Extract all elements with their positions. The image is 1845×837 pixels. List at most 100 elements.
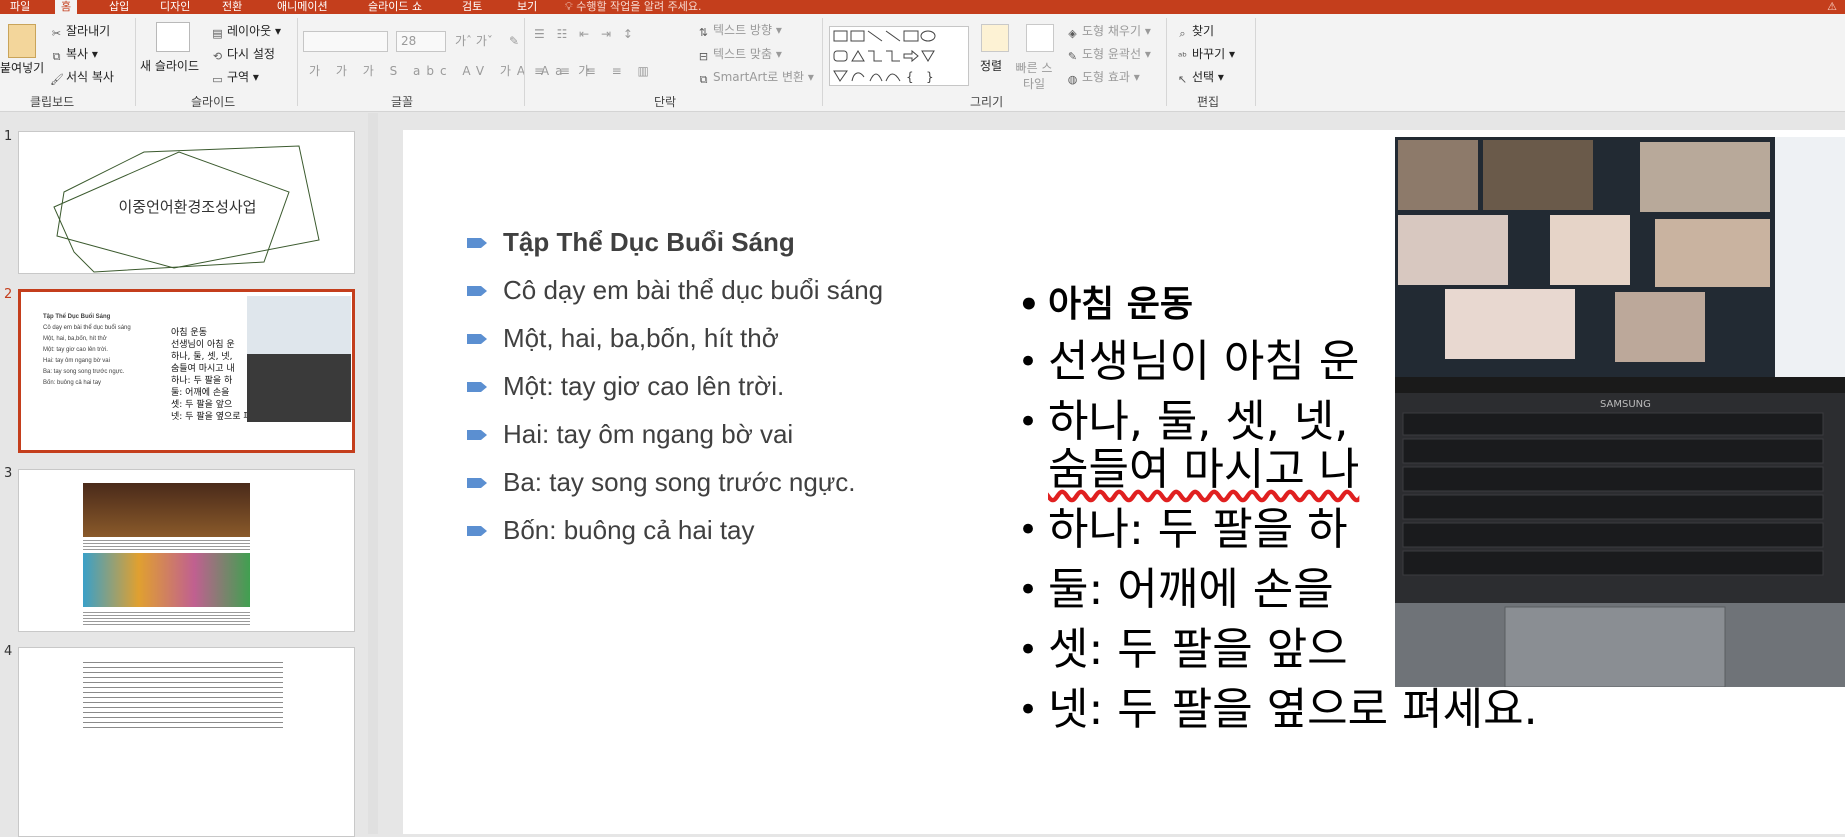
tab-transitions[interactable]: 전환 (216, 0, 248, 14)
shape-effects-button[interactable]: ◍ 도형 효과 ▾ (1066, 69, 1140, 86)
kor-bullet[interactable]: • 둘: 어깨에 손을 (1018, 564, 1334, 615)
viet-bullet[interactable]: Ba: tay song song trước ngực. (467, 467, 856, 498)
slide-thumbnail-1[interactable]: 이중언어환경조성사업 (18, 131, 355, 274)
replace-label: 바꾸기 (1192, 47, 1226, 61)
shape-fill-button[interactable]: ◈ 도형 채우기 ▾ (1066, 23, 1151, 40)
clear-format-icon[interactable]: ✎ (509, 33, 519, 49)
shape-outline-button[interactable]: ✎ 도형 윤곽선 ▾ (1066, 46, 1151, 63)
smartart-button[interactable]: ⧉ SmartArt로 변환 ▾ (697, 69, 814, 86)
arrange-icon (981, 24, 1009, 52)
kor-bullet[interactable]: • 하나, 둘, 셋, 넷, (1018, 397, 1348, 447)
pencil-icon: ✎ (1067, 50, 1078, 63)
align-text-button[interactable]: ⊟ 텍스트 맞춤 ▾ (697, 46, 782, 63)
kor-bullet[interactable]: • 하나: 두 팔을 하 (1018, 505, 1348, 555)
tab-insert[interactable]: 삽입 (103, 0, 135, 14)
slide-thumbnail-4[interactable] (18, 647, 355, 837)
new-slide-icon (156, 22, 190, 52)
cut-button[interactable]: ✂ 잘라내기 (50, 23, 110, 40)
viet-bullet[interactable]: Cô dạy em bài thể dục buổi sáng (467, 275, 883, 306)
copy-button[interactable]: ⧉ 복사 ▾ (50, 46, 98, 63)
quick-styles-button[interactable]: 빠른 스타일 (1013, 60, 1055, 92)
drawing-group-label: 그리기 (970, 95, 1004, 109)
layout-icon: ▤ (212, 27, 223, 40)
copy-icon: ⧉ (52, 50, 61, 63)
tab-file[interactable]: 파일 (4, 0, 36, 14)
shape-effects-label: 도형 효과 (1082, 70, 1130, 84)
kor-bullet-text: 숨들여 마시고 나 (1048, 444, 1360, 495)
font-name-box[interactable] (303, 31, 388, 52)
text-direction-label: 텍스트 방향 (713, 23, 773, 37)
viet-bullet[interactable]: Một: tay giơ cao lên trời. (467, 371, 785, 402)
viet-bullet-text: Một: tay giơ cao lên trời. (503, 371, 785, 401)
paste-button[interactable]: 붙여넣기 (0, 60, 44, 76)
reset-button[interactable]: ⟲ 다시 설정 (211, 46, 275, 63)
svg-text:{: { (906, 70, 914, 84)
warning-icon[interactable]: ⚠ (1827, 0, 1837, 14)
slide-thumbnail-pane: 1 이중언어환경조성사업 2 Tập Thể Dục Buổi Sáng Cô … (0, 113, 380, 837)
bullet-dot-icon: • (1018, 570, 1039, 610)
arrow-bullet-icon (467, 478, 487, 488)
kor-bullet-text: 넷: 두 팔을 옆으로 펴세요. (1048, 684, 1538, 735)
group-divider (1255, 18, 1256, 106)
bullet-dot-icon: • (1018, 690, 1039, 730)
thumb-text-lines (83, 538, 250, 552)
text-direction-button[interactable]: ⇅ 텍스트 방향 ▾ (697, 22, 782, 39)
tab-view[interactable]: 보기 (511, 0, 543, 14)
viet-bullet[interactable]: Bốn: buông cả hai tay (467, 515, 755, 546)
thumbnail-scrollbar[interactable] (368, 113, 378, 834)
ribbon: 붙여넣기 ✂ 잘라내기 ⧉ 복사 ▾ 🖌︎ 서식 복사 클립보드 새 슬라이드 ▤ 레이… (0, 14, 1845, 112)
replace-button[interactable]: ᵃᵇ 바꾸기 ▾ (1176, 46, 1235, 63)
find-button[interactable]: ⌕ 찾기 (1176, 23, 1214, 40)
smartart-label: SmartArt로 변환 (713, 70, 805, 84)
thumb-text-lines (83, 658, 283, 728)
tab-review[interactable]: 검토 (456, 0, 488, 14)
slide-thumbnail-3[interactable] (18, 469, 355, 632)
thumb-viet-line: Bốn: buông cả hai tay (43, 380, 102, 386)
kor-bullet-continuation[interactable]: 숨들여 마시고 나 (1048, 445, 1359, 495)
align-icons[interactable]: ≡ ≡ ≡ ≡ ▥ (534, 63, 655, 79)
reset-label: 다시 설정 (227, 47, 275, 61)
kor-bullet[interactable]: • 아침 운동 (1018, 280, 1193, 330)
arrow-bullet-icon (467, 286, 487, 296)
viet-bullet[interactable]: Một, hai, ba,bốn, hít thở (467, 323, 779, 354)
thumb-viet-line: Ba: tay song song trước ngực. (43, 369, 125, 375)
section-button[interactable]: ▭ 구역 ▾ (211, 69, 259, 86)
tab-animations[interactable]: 애니메이션 (271, 0, 334, 14)
format-painter-button[interactable]: 🖌︎ 서식 복사 (50, 69, 114, 86)
slide-thumbnail-2[interactable]: Tập Thể Dục Buổi Sáng Cô dạy em bài thể … (18, 289, 355, 453)
align-text-icon: ⊟ (698, 50, 709, 63)
font-size-box[interactable]: 28 (396, 31, 446, 52)
thumb-text-lines (83, 610, 250, 626)
viet-bullet-text: Ba: tay song song trước ngực. (503, 467, 856, 497)
editing-group-label: 편집 (1197, 95, 1220, 109)
slide-number: 4 (4, 644, 13, 659)
tab-slideshow[interactable]: 슬라이드 쇼 (362, 0, 428, 14)
list-icons[interactable]: ☰ ☷ ⇤ ⇥ ↕ (534, 26, 637, 42)
tell-me-box[interactable]: 💡︎ 수행할 작업을 알려 주세요. (565, 0, 702, 14)
tab-home[interactable]: 홈 (55, 0, 78, 14)
tell-me-text: 수행할 작업을 알려 주세요. (576, 0, 702, 13)
kor-bullet[interactable]: • 넷: 두 팔을 옆으로 펴세요. (1018, 684, 1538, 735)
viet-bullet[interactable]: Tập Thể Dục Buổi Sáng (467, 227, 795, 258)
group-divider (524, 18, 525, 106)
laptop-video-call-photo[interactable]: SAMSUNG (1395, 137, 1845, 687)
kor-bullet-text: 둘: 어깨에 손을 (1048, 564, 1334, 615)
arrange-button[interactable]: 정렬 (980, 58, 1002, 74)
shapes-gallery[interactable]: {} (829, 26, 969, 86)
viet-bullet[interactable]: Hai: tay ôm ngang bờ vai (467, 419, 793, 450)
layout-button[interactable]: ▤ 레이아웃 ▾ (211, 23, 281, 40)
new-slide-button[interactable]: 새 슬라이드 (140, 58, 199, 74)
viet-bullet-text: Một, hai, ba,bốn, hít thở (503, 323, 779, 353)
tab-design[interactable]: 디자인 (154, 0, 196, 14)
slides-group-label: 슬라이드 (191, 95, 236, 109)
kor-bullet[interactable]: • 셋: 두 팔을 앞으 (1018, 625, 1348, 675)
laptop-brand-text: SAMSUNG (1600, 399, 1651, 410)
section-label: 구역 (227, 70, 250, 84)
search-icon: ⌕ (1179, 27, 1186, 40)
format-painter-label: 서식 복사 (66, 70, 114, 84)
kor-bullet[interactable]: • 선생님이 아침 운 (1018, 337, 1359, 387)
text-direction-icon: ⇅ (698, 26, 709, 39)
grow-font-icon[interactable]: 가ˆ 가ˇ (455, 33, 493, 49)
bullet-dot-icon: • (1018, 402, 1039, 442)
select-button[interactable]: ↖ 선택 ▾ (1176, 69, 1224, 86)
